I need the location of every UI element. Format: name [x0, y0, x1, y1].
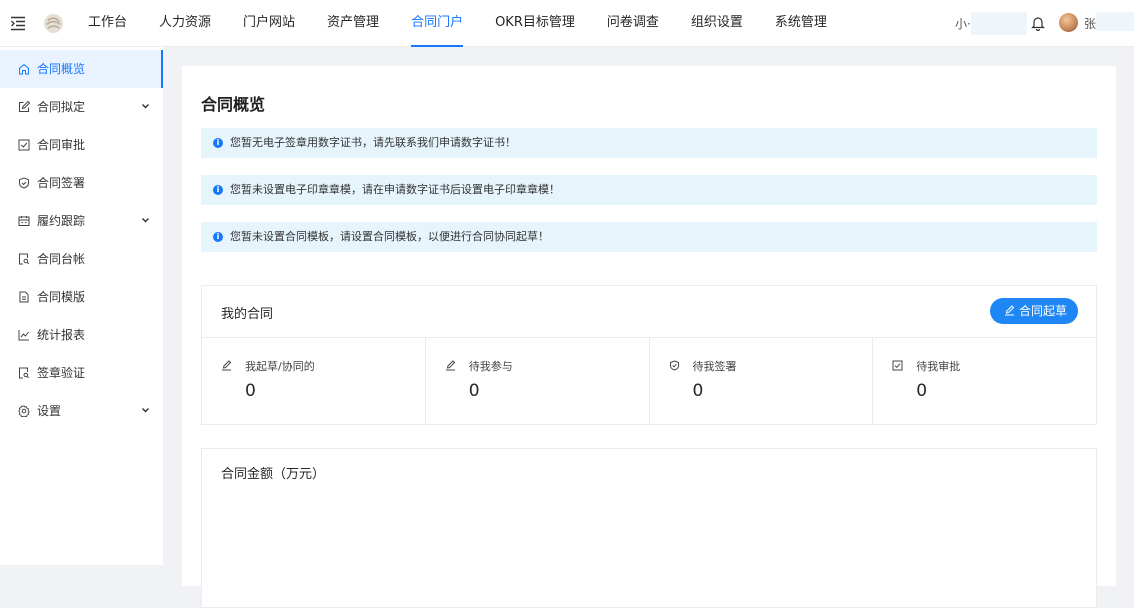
page-title: 合同概览	[201, 95, 266, 114]
stat-value: 0	[468, 381, 480, 401]
nav-item-workbench[interactable]: 工作台	[88, 0, 127, 47]
sidebar-item-overview[interactable]: 合同概览	[0, 50, 163, 88]
checkbox-icon	[892, 360, 903, 371]
stat-label: 待我审批	[916, 360, 961, 373]
sidebar-item-label: 合同审批	[37, 138, 86, 152]
sidebar-item-signing[interactable]: 合同签署	[0, 164, 163, 202]
alert-no-certificate: i 您暂无电子签章用数字证书，请先联系我们申请数字证书！	[201, 128, 1097, 158]
alert-text: 您暂未设置电子印章章模，请在申请数字证书后设置电子印章章模！	[230, 183, 560, 196]
chevron-down-icon	[142, 104, 149, 109]
org-name[interactable]: 小·	[955, 15, 971, 32]
card-title: 我的合同	[221, 307, 274, 322]
sidebar-item-ledger[interactable]: 合同台帐	[0, 240, 163, 278]
edit-icon	[445, 360, 455, 371]
sidebar-item-templates[interactable]: 合同模版	[0, 278, 163, 316]
sidebar-item-label: 设置	[37, 404, 62, 418]
search-doc-icon	[19, 253, 30, 265]
sidebar-item-approval[interactable]: 合同审批	[0, 126, 163, 164]
sidebar-item-label: 合同概览	[37, 62, 86, 76]
avatar[interactable]	[1059, 13, 1078, 32]
sidebar-item-label: 统计报表	[37, 328, 86, 342]
stat-label: 待我签署	[692, 360, 737, 373]
redacted-user-name	[1096, 12, 1134, 31]
main-panel: 合同概览 i 您暂无电子签章用数字证书，请先联系我们申请数字证书！ i 您暂未设…	[182, 66, 1116, 608]
contract-stats: 我起草/协同的 0 待我参与 0 待我签署 0 待我审批 0	[202, 337, 1096, 424]
nav-item-portal-site[interactable]: 门户网站	[243, 0, 295, 47]
gear-icon	[18, 405, 30, 417]
line-chart-icon	[18, 330, 29, 341]
alert-no-template: i 您暂未设置合同模板，请设置合同模板，以便进行合同协同起草！	[201, 222, 1097, 252]
shield-icon	[669, 360, 679, 371]
edit-icon	[1005, 305, 1015, 316]
top-navigation-bar: 工作台 人力资源 门户网站 资产管理 合同门户 OKR目标管理 问卷调查 组织设…	[0, 0, 1134, 47]
search-doc-icon	[19, 367, 30, 379]
stat-drafted[interactable]: 我起草/协同的 0	[202, 338, 426, 424]
sidebar-item-seal-verify[interactable]: 签章验证	[0, 354, 163, 392]
nav-item-contract-portal[interactable]: 合同门户	[411, 0, 464, 47]
calendar-icon	[18, 216, 30, 226]
draft-contract-button[interactable]: 合同起草	[990, 298, 1078, 324]
document-icon	[19, 291, 29, 303]
sidebar-item-reports[interactable]: 统计报表	[0, 316, 163, 354]
sidebar-item-drafting[interactable]: 合同拟定	[0, 88, 163, 126]
chevron-down-icon	[142, 218, 149, 223]
menu-collapse-icon[interactable]	[10, 15, 26, 31]
nav-item-hr[interactable]: 人力资源	[159, 0, 211, 47]
stat-label: 待我参与	[468, 360, 513, 373]
stat-pending-approval[interactable]: 待我审批 0	[873, 338, 1096, 424]
stat-value: 0	[916, 381, 928, 401]
sidebar-item-settings[interactable]: 设置	[0, 392, 163, 430]
alert-text: 您暂未设置合同模板，请设置合同模板，以便进行合同协同起草！	[230, 230, 549, 243]
sidebar-item-label: 履约跟踪	[37, 214, 86, 228]
stat-value: 0	[692, 381, 704, 401]
nav-item-system-admin[interactable]: 系统管理	[775, 0, 827, 47]
alert-no-seal: i 您暂未设置电子印章章模，请在申请数字证书后设置电子印章章模！	[201, 175, 1097, 205]
alert-text: 您暂无电子签章用数字证书，请先联系我们申请数字证书！	[230, 136, 516, 149]
sidebar-item-label: 合同模版	[37, 290, 86, 304]
sidebar-item-label: 合同台帐	[37, 252, 86, 266]
info-icon: i	[213, 138, 223, 148]
nav-item-assets[interactable]: 资产管理	[327, 0, 379, 47]
card-title: 合同金额（万元）	[221, 467, 326, 482]
shield-icon	[19, 177, 29, 189]
home-icon	[19, 63, 29, 75]
sidebar-item-label: 合同拟定	[37, 100, 86, 114]
redacted-org-name	[971, 12, 1027, 35]
stat-label: 我起草/协同的	[245, 360, 315, 373]
nav-item-org-settings[interactable]: 组织设置	[691, 0, 743, 47]
contract-amount-card: 合同金额（万元）	[201, 448, 1097, 608]
logo-icon	[43, 13, 64, 34]
edit-icon	[222, 360, 232, 371]
sidebar-item-label: 合同签署	[37, 176, 86, 190]
nav-item-survey[interactable]: 问卷调查	[607, 0, 659, 47]
stat-pending-participation[interactable]: 待我参与 0	[426, 338, 650, 424]
button-label: 合同起草	[1019, 304, 1068, 318]
edit-icon	[19, 101, 30, 112]
my-contracts-card: 我的合同 合同起草 我起草/协同的 0 待我参与 0 待我签署 0 待我审批 0	[201, 285, 1097, 425]
sidebar-item-label: 签章验证	[37, 366, 86, 380]
bell-icon[interactable]	[1031, 15, 1045, 31]
chevron-down-icon	[142, 408, 149, 413]
top-nav: 工作台 人力资源 门户网站 资产管理 合同门户 OKR目标管理 问卷调查 组织设…	[88, 0, 859, 47]
stat-pending-signing[interactable]: 待我签署 0	[650, 338, 874, 424]
info-icon: i	[213, 185, 223, 195]
info-icon: i	[213, 232, 223, 242]
stat-value: 0	[245, 381, 256, 401]
sidebar: 合同概览 合同拟定 合同审批 合同签署 履约跟踪 合同台帐 合同模版 统计报表 …	[0, 47, 163, 565]
checkbox-icon	[18, 139, 30, 151]
nav-item-okr[interactable]: OKR目标管理	[495, 0, 575, 47]
sidebar-item-tracking[interactable]: 履约跟踪	[0, 202, 163, 240]
